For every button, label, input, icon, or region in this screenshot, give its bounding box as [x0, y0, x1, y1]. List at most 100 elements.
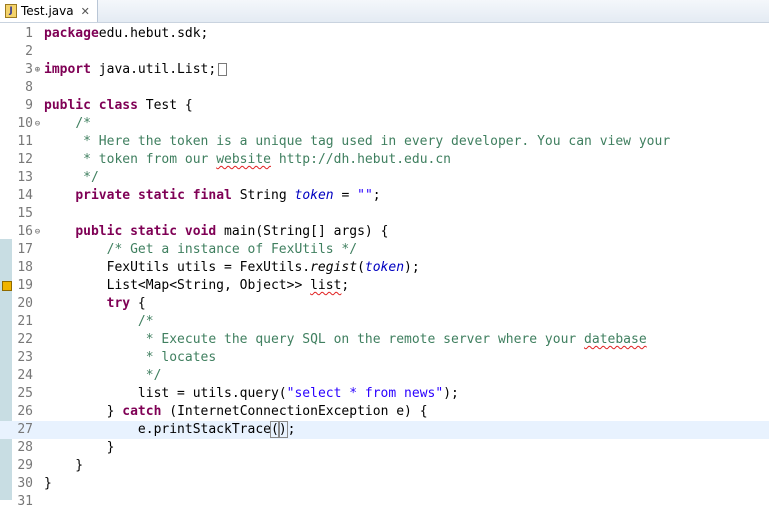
- code-token: {: [130, 296, 146, 311]
- line-number: 14: [17, 188, 33, 203]
- line-number: 30: [17, 476, 33, 491]
- code-token: website: [216, 152, 271, 167]
- code-line[interactable]: 23 * locates: [0, 349, 769, 367]
- line-number: 23: [17, 350, 33, 365]
- code-line[interactable]: 2: [0, 43, 769, 61]
- code-text: * Execute the query SQL on the remote se…: [44, 331, 647, 349]
- code-text: private static final String token = "";: [44, 187, 381, 205]
- line-number: 11: [17, 134, 33, 149]
- code-line[interactable]: 16 ⊖ public static void main(String[] arg…: [0, 223, 769, 241]
- line-number: 29: [17, 458, 33, 473]
- code-line[interactable]: 10 ⊖ /*: [0, 115, 769, 133]
- code-line[interactable]: 30}: [0, 475, 769, 493]
- code-line[interactable]: 24 */: [0, 367, 769, 385]
- tab-test-java[interactable]: J Test.java ✕: [0, 0, 98, 22]
- code-text: list = utils.query("select * from news")…: [44, 385, 459, 403]
- code-line[interactable]: 28 }: [0, 439, 769, 457]
- code-token: * token from our: [83, 152, 217, 167]
- code-line[interactable]: 11 * Here the token is a unique tag used…: [0, 133, 769, 151]
- code-token: ;: [372, 188, 381, 203]
- code-token: void: [184, 224, 217, 239]
- code-token: try: [106, 296, 131, 311]
- code-token: );: [443, 386, 459, 401]
- code-line[interactable]: 26 } catch (InternetConnectionException …: [0, 403, 769, 421]
- code-line[interactable]: 14 private static final String token = "…: [0, 187, 769, 205]
- line-number: 2: [25, 44, 33, 59]
- code-text: public static void main(String[] args) {: [44, 223, 388, 241]
- line-number: 24: [17, 368, 33, 383]
- code-token: static: [130, 224, 178, 239]
- code-line[interactable]: 19 List<Map<String, Object>> list;: [0, 277, 769, 295]
- collapse-fold-icon[interactable]: ⊖: [33, 223, 42, 241]
- code-text: * token from our website http://dh.hebut…: [44, 151, 451, 169]
- code-token: Test {: [137, 98, 193, 113]
- code-token: public: [44, 98, 91, 113]
- code-line[interactable]: 9 public class Test {: [0, 97, 769, 115]
- code-token: (: [270, 421, 280, 438]
- collapse-fold-icon[interactable]: ⊖: [33, 115, 42, 133]
- code-text: public class Test {: [44, 97, 193, 115]
- line-number: 22: [17, 332, 33, 347]
- code-line[interactable]: 12 * token from our website http://dh.he…: [0, 151, 769, 169]
- line-number: 25: [17, 386, 33, 401]
- line-number: 18: [17, 260, 33, 275]
- code-line[interactable]: 27 e.printStackTrace();: [0, 421, 769, 439]
- code-line[interactable]: 31: [0, 493, 769, 511]
- code-line[interactable]: 13 */: [0, 169, 769, 187]
- line-number: 19: [17, 278, 33, 293]
- code-line[interactable]: 25 list = utils.query("select * from new…: [0, 385, 769, 403]
- code-token: */: [145, 368, 162, 383]
- code-token: /*: [137, 314, 154, 329]
- code-line[interactable]: 20 try {: [0, 295, 769, 313]
- code-token: ;: [286, 422, 296, 437]
- code-text: try {: [44, 295, 146, 313]
- code-token: FexUtils utils = FexUtils.: [44, 260, 311, 275]
- code-line[interactable]: 21 /*: [0, 313, 769, 331]
- editor-tab-bar: J Test.java ✕: [0, 0, 769, 23]
- code-line[interactable]: 15: [0, 205, 769, 223]
- code-line[interactable]: 29 }: [0, 457, 769, 475]
- code-text: } catch (InternetConnectionException e) …: [44, 403, 428, 421]
- line-number: 13: [17, 170, 33, 185]
- code-line[interactable]: 17 /* Get a instance of FexUtils */: [0, 241, 769, 259]
- line-number: 27: [17, 422, 33, 437]
- collapsed-imports-marker[interactable]: [218, 63, 228, 76]
- code-token: import: [44, 62, 91, 77]
- code-token: http://dh.hebut.edu.cn: [271, 152, 452, 167]
- code-token: "select * from news": [286, 386, 444, 401]
- line-number: 10: [17, 116, 33, 131]
- code-token: */: [83, 170, 99, 185]
- code-line[interactable]: 1 packageedu.hebut.sdk;: [0, 25, 769, 43]
- line-number: 20: [17, 296, 33, 311]
- tab-title: Test.java: [21, 4, 74, 18]
- code-text: e.printStackTrace();: [44, 421, 296, 439]
- code-line[interactable]: 22 * Execute the query SQL on the remote…: [0, 331, 769, 349]
- expand-fold-icon[interactable]: ⊕: [33, 61, 42, 79]
- code-line[interactable]: 3 ⊕ import java.util.List;: [0, 61, 769, 79]
- code-editor[interactable]: 1 packageedu.hebut.sdk; 2 3 ⊕ import java.uti…: [0, 23, 769, 509]
- code-token: (InternetConnectionException e) {: [161, 404, 428, 419]
- code-line[interactable]: 8: [0, 79, 769, 97]
- code-token: e.printStackTrace: [44, 422, 271, 437]
- code-text: import java.util.List;: [44, 61, 228, 79]
- code-text: packageedu.hebut.sdk;: [44, 25, 208, 43]
- code-token: regist: [310, 260, 358, 275]
- code-text: * locates: [44, 349, 216, 367]
- warning-marker-icon[interactable]: [2, 281, 12, 291]
- close-icon[interactable]: ✕: [81, 5, 90, 18]
- code-token: /* Get a instance of FexUtils */: [106, 242, 358, 257]
- code-text: List<Map<String, Object>> list;: [44, 277, 350, 295]
- code-line[interactable]: 18 FexUtils utils = FexUtils.regist(toke…: [0, 259, 769, 277]
- code-text: /* Get a instance of FexUtils */: [44, 241, 357, 259]
- line-number: 8: [25, 80, 33, 95]
- code-token: final: [192, 188, 232, 203]
